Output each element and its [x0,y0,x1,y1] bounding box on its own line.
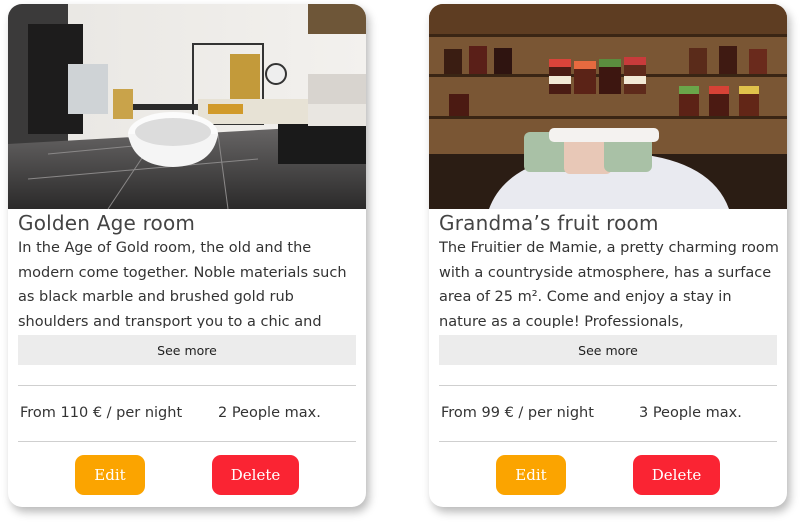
room-description: In the Age of Gold room, the old and the… [18,240,347,328]
divider [439,441,777,442]
edit-button[interactable]: Edit [496,455,566,495]
edit-button[interactable]: Edit [75,455,145,495]
room-photo [429,4,787,209]
room-capacity: 3 People max. [639,405,742,421]
divider [18,441,356,442]
room-price: From 110 € / per night [20,405,183,421]
room-photo [8,4,366,209]
see-more-button[interactable]: See more [18,335,356,365]
see-more-button[interactable]: See more [439,335,777,365]
room-title: Golden Age room [18,211,196,235]
room-capacity: 2 People max. [218,405,321,421]
room-card: Grandma’s fruit room The Fruitier de Mam… [429,4,787,507]
room-title: Grandma’s fruit room [439,211,659,235]
room-description: The Fruitier de Mamie, a pretty charming… [439,240,779,328]
divider [439,385,777,386]
delete-button[interactable]: Delete [212,455,299,495]
room-price: From 99 € / per night [441,405,594,421]
divider [18,385,356,386]
room-card: Golden Age room In the Age of Gold room,… [8,4,366,507]
delete-button[interactable]: Delete [633,455,720,495]
